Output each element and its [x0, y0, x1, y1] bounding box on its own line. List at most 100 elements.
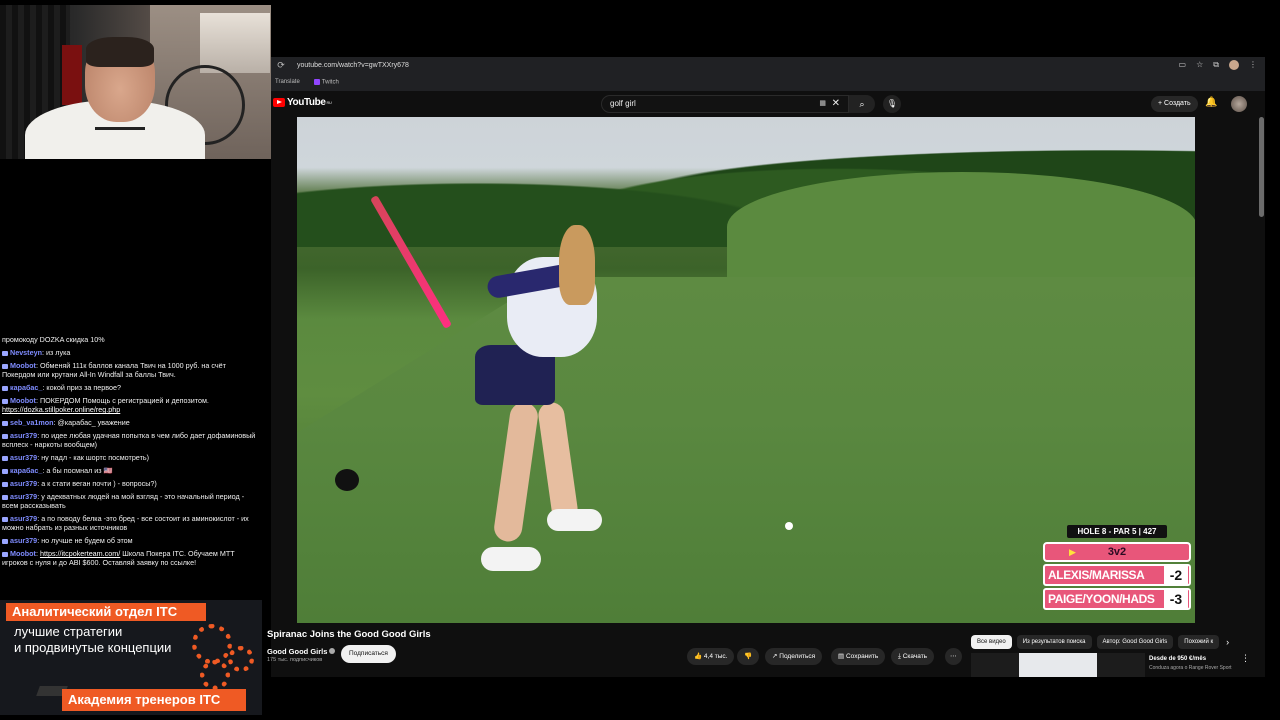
chevron-right-icon[interactable]: ›: [1226, 635, 1229, 649]
chat-username[interactable]: seb_va1mon: [10, 418, 54, 427]
notifications-bell-icon[interactable]: 🔔: [1205, 97, 1217, 108]
fairway-hill: [727, 172, 1195, 282]
chat-message: Moobot: Обменяй 111к баллов канала Твич …: [2, 361, 226, 379]
chat-message: asur379: ну падл - как шортс посмотреть): [0, 452, 262, 465]
chat-text: а по поводу белка -это бред - все состои…: [2, 514, 249, 532]
chat-username[interactable]: asur379: [10, 431, 37, 440]
ad-subtitle: Conduza agora o Range Rover Sport: [1149, 665, 1232, 671]
score-graphic: HOLE 8 - PAR 5 | 427 ▶ 3v2 ALEXIS/MARISS…: [1043, 525, 1191, 610]
search-input[interactable]: golf girl ▦ ✕: [601, 95, 849, 113]
chat-message: промокоду DOZKA скидка 10%: [0, 334, 262, 347]
chat-username[interactable]: Moobot: [10, 396, 36, 405]
profile-avatar[interactable]: [1229, 60, 1239, 70]
tab-all-videos[interactable]: Все видео: [971, 635, 1012, 649]
chat-badge-icon: [2, 481, 8, 487]
promo-line-2: и продвинутые концепции: [14, 640, 172, 655]
browser-window: ⟳ youtube.com/watch?v=gwTXXry678 ▭ ☆ ⧉ ⋮…: [267, 57, 1265, 677]
promo-bottom: Академия тренеров ITC: [62, 689, 246, 711]
stream-chat[interactable]: промокоду DOZKA скидка 10% Nevsteyn: из л…: [0, 334, 262, 596]
subscriber-count: 175 тыс. подписчиков: [267, 657, 323, 663]
chat-message: Moobot: https://itcpokerteam.com/ Школа …: [2, 549, 235, 567]
chat-link[interactable]: https://dozka.stillpoker.online/reg.php: [2, 405, 120, 414]
keyboard-icon[interactable]: ▦: [819, 96, 826, 112]
youtube-header: YouTube RU golf girl ▦ ✕ ⌕ 🎙 + Создать 🔔: [271, 91, 1265, 117]
chat-badge-icon: [2, 398, 8, 404]
subscribe-button[interactable]: Подписаться: [341, 645, 396, 663]
chat-link[interactable]: https://itcpokerteam.com/: [40, 549, 120, 558]
bookmark-twitch[interactable]: Twitch: [313, 78, 339, 85]
chat-username[interactable]: Moobot: [10, 549, 36, 558]
like-button[interactable]: 👍 4,4 тыс.: [687, 648, 735, 665]
search-button[interactable]: ⌕: [849, 95, 875, 113]
chat-username[interactable]: asur379: [10, 453, 37, 462]
chat-username[interactable]: asur379: [10, 514, 37, 523]
team-name: PAIGE/YOON/HADS: [1048, 592, 1155, 606]
clear-search-icon[interactable]: ✕: [832, 96, 840, 112]
chat-text: по идее любая удачная попытка в чем либо…: [2, 431, 256, 449]
promo-top: Аналитический отдел ITC: [6, 603, 206, 621]
cast-icon[interactable]: ▭: [1179, 60, 1187, 70]
save-button[interactable]: ▤ Сохранить: [831, 648, 886, 665]
tab-similar[interactable]: Похожий к: [1178, 635, 1220, 649]
microphone-icon: 🎙: [886, 99, 898, 108]
golfer-hair: [559, 225, 595, 305]
ad-title[interactable]: Desde de 950 €/mês: [1149, 656, 1206, 662]
video-player[interactable]: HOLE 8 - PAR 5 | 427 ▶ 3v2 ALEXIS/MARISS…: [297, 117, 1195, 623]
chat-message: Moobot: ПОКЕРДОМ Помощь с регистрацией и…: [2, 396, 209, 414]
voice-search-button[interactable]: 🎙: [883, 95, 901, 113]
golfer-leg: [536, 400, 580, 524]
golfer-leg: [492, 400, 540, 544]
play-arrow-icon: ▶: [1069, 547, 1076, 557]
match-format: ▶ 3v2: [1043, 542, 1191, 562]
ad-menu-icon[interactable]: ⋮: [1241, 653, 1250, 664]
share-icon: ↗: [772, 653, 778, 660]
share-button[interactable]: ↗ Поделиться: [765, 648, 823, 665]
channel-name[interactable]: Good Good Girls: [267, 647, 336, 656]
browser-chrome: ⟳ youtube.com/watch?v=gwTXXry678 ▭ ☆ ⧉ ⋮…: [271, 57, 1265, 91]
tab-by-author[interactable]: Автор: Good Good Girls: [1096, 635, 1174, 649]
more-actions-button[interactable]: ⋯: [945, 648, 962, 665]
chat-username[interactable]: Nevsteyn: [10, 348, 42, 357]
team-score: -2: [1164, 566, 1188, 584]
chat-message: карабас_: а бы посмнал из 🇺🇸: [0, 465, 262, 478]
chat-message: asur379: а по поводу белка -это бред - в…: [2, 514, 249, 532]
team-name: ALEXIS/MARISSA: [1048, 568, 1145, 582]
dislike-button[interactable]: 👎: [737, 648, 760, 665]
account-avatar[interactable]: [1231, 96, 1247, 112]
bookmarks-bar: Translate Twitch: [271, 75, 349, 89]
youtube-logo[interactable]: YouTube RU: [273, 97, 332, 108]
golfer: [370, 195, 647, 597]
video-title: Spiranac Joins the Good Good Girls: [267, 629, 431, 640]
url-text[interactable]: youtube.com/watch?v=gwTXXry678: [297, 62, 409, 69]
chat-username[interactable]: asur379: [10, 536, 37, 545]
tab-from-search[interactable]: Из результатов поиска: [1016, 635, 1092, 649]
chat-text: кокой приз за первое?: [46, 383, 121, 392]
golf-ball: [785, 522, 793, 530]
chat-username[interactable]: Moobot: [10, 361, 36, 370]
chat-message: seb_va1mon: @карабас_ уважение: [0, 417, 262, 430]
create-button[interactable]: + Создать: [1151, 96, 1198, 112]
extensions-icon[interactable]: ⧉: [1213, 60, 1219, 70]
ad-thumbnail[interactable]: [971, 653, 1145, 677]
page-scrollbar[interactable]: [1259, 117, 1264, 217]
chat-message: Nevsteyn: из лука: [0, 347, 262, 360]
video-details: Spiranac Joins the Good Good Girls Good …: [267, 623, 1265, 677]
bookmark-star-icon[interactable]: ☆: [1196, 60, 1203, 70]
bookmark-translate[interactable]: Translate: [275, 79, 300, 85]
reload-icon[interactable]: ⟳: [273, 60, 289, 71]
chat-username[interactable]: asur379: [10, 479, 37, 488]
chat-text: ну падл - как шортс посмотреть): [41, 453, 149, 462]
download-button[interactable]: ⤓ Скачать: [891, 648, 935, 665]
download-icon: ⤓: [898, 653, 901, 660]
team-row: ALEXIS/MARISSA -2: [1043, 564, 1191, 586]
gear-icon: [228, 646, 254, 672]
menu-icon[interactable]: ⋮: [1249, 60, 1257, 70]
chat-message: asur379: но лучше не будем об этом: [0, 535, 262, 548]
golfer-shoe: [481, 547, 541, 571]
chat-username[interactable]: asur379: [10, 492, 37, 501]
chat-username[interactable]: карабас_: [10, 466, 42, 475]
chat-badge-icon: [2, 455, 8, 461]
youtube-play-icon: [273, 98, 285, 107]
chat-username[interactable]: карабас_: [10, 383, 42, 392]
address-bar[interactable]: ⟳ youtube.com/watch?v=gwTXXry678 ▭ ☆ ⧉ ⋮: [271, 57, 1265, 74]
